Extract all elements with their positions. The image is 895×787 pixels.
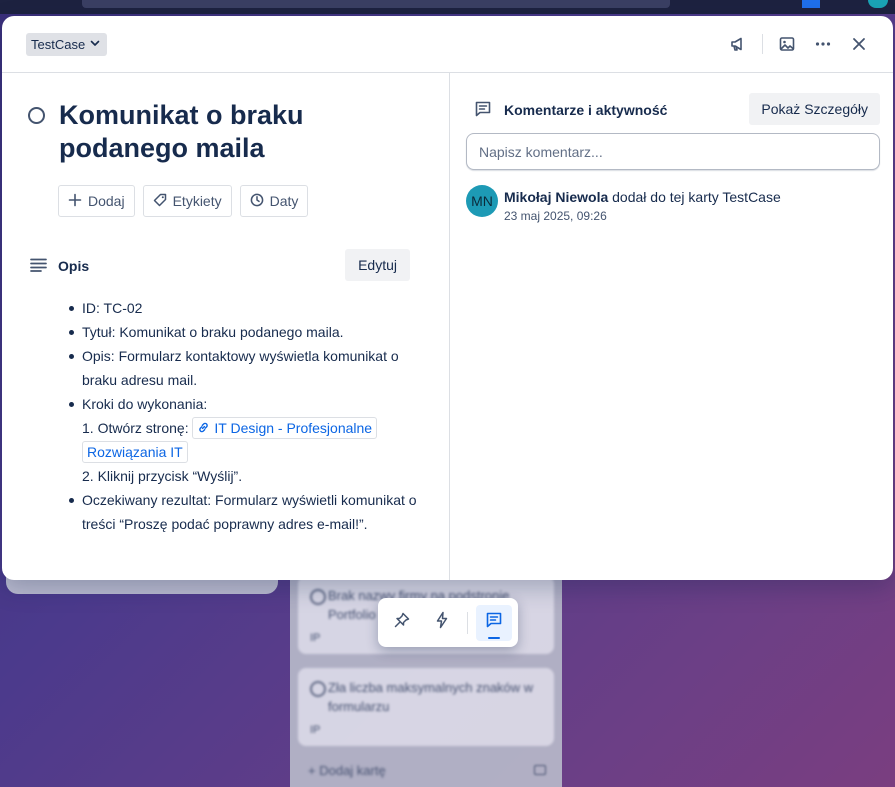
labels-button[interactable]: Etykiety xyxy=(142,185,232,217)
close-icon[interactable] xyxy=(843,30,875,58)
avatar[interactable]: MN xyxy=(466,185,498,217)
show-details-button[interactable]: Pokaż Szczegóły xyxy=(749,93,880,125)
dates-button[interactable]: Daty xyxy=(239,185,309,217)
card-details-pane: Komunikat o braku podanego maila Dodaj E… xyxy=(2,73,450,580)
background-add-card: + Dodaj kartę xyxy=(308,763,386,778)
comments-toggle-button[interactable] xyxy=(476,604,512,641)
description-body[interactable]: ID: TC-02 Tytuł: Komunikat o braku podan… xyxy=(66,296,418,536)
comment-icon xyxy=(485,611,503,634)
background-list: Brak nazwy firmy na podstronie Portfolio… xyxy=(290,560,562,787)
card-actions: Dodaj Etykiety Daty xyxy=(58,185,309,217)
pin-icon xyxy=(393,611,411,634)
header-actions xyxy=(722,30,875,58)
floating-toolbar xyxy=(378,598,518,647)
list-item: ID: TC-02 xyxy=(66,296,418,320)
activity-action: dodał do tej karty TestCase xyxy=(608,189,781,205)
list-item: Kroki do wykonania: xyxy=(66,392,418,416)
modal-header: TestCase xyxy=(2,16,893,73)
comment-icon xyxy=(474,100,492,123)
comments-heading: Komentarze i aktywność xyxy=(504,102,668,118)
image-icon[interactable] xyxy=(771,30,803,58)
add-button[interactable]: Dodaj xyxy=(58,185,135,217)
activity-content: Mikołaj Niewola dodał do tej karty TestC… xyxy=(504,185,781,223)
topbar-search xyxy=(82,0,670,8)
activity-user[interactable]: Mikołaj Niewola xyxy=(504,189,608,205)
list-item: Tytuł: Komunikat o braku podanego maila. xyxy=(66,320,418,344)
megaphone-icon[interactable] xyxy=(722,30,754,58)
toolbar-divider xyxy=(467,611,469,634)
activity-text: Mikołaj Niewola dodał do tej karty TestC… xyxy=(504,185,781,206)
dates-button-label: Daty xyxy=(269,193,299,209)
list-name: TestCase xyxy=(31,37,86,52)
more-icon[interactable] xyxy=(807,30,839,58)
link-icon xyxy=(197,420,210,436)
add-button-label: Dodaj xyxy=(88,193,125,209)
comment-input[interactable] xyxy=(466,133,880,170)
step-2: 2. Kliknij przycisk “Wyślij”. xyxy=(82,468,243,484)
activity-item: MN Mikołaj Niewola dodał do tej karty Te… xyxy=(466,185,781,223)
clock-icon xyxy=(250,193,264,210)
background-card-title: Zła liczba maksymalnych znaków w formula… xyxy=(310,678,542,716)
plus-icon xyxy=(68,193,82,210)
activity-timestamp[interactable]: 23 maj 2025, 09:26 xyxy=(504,209,781,223)
background-card-icon: IP xyxy=(310,724,321,736)
complete-checkbox[interactable] xyxy=(28,107,45,124)
description-heading: Opis xyxy=(58,258,90,274)
template-icon xyxy=(534,765,546,775)
comments-header: Komentarze i aktywność Pokaż Szczegóły xyxy=(474,93,880,125)
chevron-down-icon xyxy=(89,37,101,52)
tag-icon xyxy=(153,193,167,210)
header-divider xyxy=(762,34,763,54)
list-selector[interactable]: TestCase xyxy=(26,33,108,56)
steps-heading: Kroki do wykonania: xyxy=(82,396,208,412)
comments-pane: Komentarze i aktywność Pokaż Szczegóły M… xyxy=(449,73,893,580)
app-topbar xyxy=(0,0,895,14)
automation-button[interactable] xyxy=(424,605,460,641)
labels-button-label: Etykiety xyxy=(172,193,222,209)
edit-description-button[interactable]: Edytuj xyxy=(345,249,410,281)
step-1-label: 1. Otwórz stronę: xyxy=(82,420,189,436)
step-1: 1. Otwórz stronę: IT Design - Profesjona… xyxy=(66,416,418,464)
description-icon xyxy=(30,258,48,277)
lightning-icon xyxy=(433,611,451,634)
background-card: Zła liczba maksymalnych znaków w formula… xyxy=(298,668,554,746)
card-modal: TestCase Komunikat o braku podanego mail… xyxy=(2,16,893,580)
list-item: Oczekiwany rezultat: Formularz wyświetli… xyxy=(66,488,418,536)
card-title[interactable]: Komunikat o braku podanego maila xyxy=(59,99,359,165)
topbar-create-button xyxy=(802,0,820,8)
pin-button[interactable] xyxy=(384,605,420,641)
card-title-row: Komunikat o braku podanego maila xyxy=(28,99,359,165)
list-item: Opis: Formularz kontaktowy wyświetla kom… xyxy=(66,344,418,392)
topbar-avatar xyxy=(868,0,888,8)
description-header: Opis Edytuj xyxy=(30,249,410,281)
